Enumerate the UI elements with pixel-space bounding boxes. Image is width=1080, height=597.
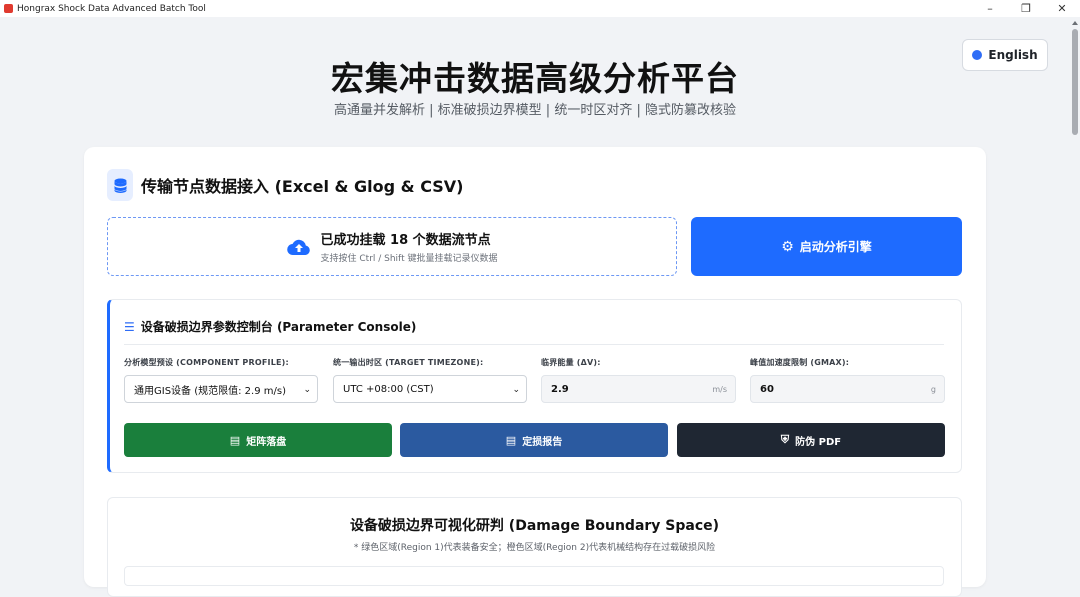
dv-input-value: 2.9 [551, 383, 569, 395]
secure-pdf-button[interactable]: ⛨ 防伪 PDF [677, 423, 945, 457]
cloud-upload-icon [286, 239, 310, 255]
minimize-button[interactable]: – [972, 0, 1008, 17]
visualization-title: 设备破损边界可视化研判 (Damage Boundary Space) [349, 518, 720, 534]
dv-input[interactable]: 2.9 m/s [541, 375, 736, 403]
upload-dropzone[interactable]: 已成功挂载 18 个数据流节点 支持按住 Ctrl / Shift 键批量挂载记… [107, 217, 677, 276]
profile-label: 分析模型预设 (COMPONENT PROFILE): [124, 358, 289, 367]
console-header: ☰ 设备破损边界参数控制台 (Parameter Console) [124, 318, 416, 335]
excel-file-icon: ▤ [229, 433, 241, 447]
close-button[interactable]: ✕ [1044, 0, 1080, 17]
word-file-icon: ▤ [505, 433, 517, 447]
visualization-canvas[interactable] [124, 566, 944, 586]
gmax-unit: g [930, 385, 936, 394]
start-analysis-button[interactable]: ⚙ 启动分析引擎 [691, 217, 962, 276]
upload-status-text: 已成功挂载 18 个数据流节点 [320, 233, 491, 248]
start-analysis-label: 启动分析引擎 [799, 240, 872, 254]
scrollbar-thumb[interactable] [1072, 29, 1078, 135]
damage-report-label: 定损报告 [522, 436, 563, 448]
profile-select-value: 通用GIS设备 (规范限值: 2.9 m/s) [134, 385, 286, 397]
window-title: Hongrax Shock Data Advanced Batch Tool [17, 3, 206, 14]
gears-icon: ⚙ [781, 238, 794, 255]
damage-report-button[interactable]: ▤ 定损报告 [400, 423, 668, 457]
visualization-subtitle: * 绿色区域(Region 1)代表装备安全；橙色区域(Region 2)代表机… [353, 543, 716, 553]
timezone-select[interactable]: UTC +08:00 (CST) ⌄ [333, 375, 527, 403]
dv-unit: m/s [712, 385, 727, 394]
gmax-input[interactable]: 60 g [750, 375, 945, 403]
scroll-up-icon[interactable] [1072, 21, 1078, 25]
upload-hint-text: 支持按住 Ctrl / Shift 键批量挂载记录仪数据 [320, 254, 498, 264]
window-controls: – ❐ ✕ [972, 0, 1080, 17]
page-scrollbar[interactable] [1070, 17, 1080, 574]
ingest-section-title: 传输节点数据接入 (Excel & Glog & CSV) [141, 177, 464, 196]
gmax-input-value: 60 [760, 383, 774, 395]
database-icon [107, 169, 133, 201]
window-titlebar: Hongrax Shock Data Advanced Batch Tool –… [0, 0, 1080, 17]
export-matrix-label: 矩阵落盘 [246, 436, 287, 448]
page-title: 宏集冲击数据高级分析平台 [331, 59, 739, 98]
sliders-icon: ☰ [124, 319, 135, 334]
restore-button[interactable]: ❐ [1008, 0, 1044, 17]
export-matrix-button[interactable]: ▤ 矩阵落盘 [124, 423, 392, 457]
timezone-select-value: UTC +08:00 (CST) [343, 383, 434, 395]
page-subtitle: 高通量并发解析 | 标准破损边界模型 | 统一时区对齐 | 隐式防篡改核验 [334, 103, 736, 118]
gmax-label: 峰值加速度限制 (GMAX): [750, 358, 850, 367]
timezone-label: 统一输出时区 (TARGET TIMEZONE): [333, 358, 484, 367]
chevron-down-icon: ⌄ [512, 385, 520, 395]
secure-pdf-label: 防伪 PDF [795, 436, 842, 448]
shield-icon: ⛨ [780, 433, 790, 446]
profile-select[interactable]: 通用GIS设备 (规范限值: 2.9 m/s) ⌄ [124, 375, 318, 403]
dv-label: 临界能量 (ΔV): [541, 358, 601, 367]
chevron-down-icon: ⌄ [303, 385, 311, 395]
console-title: 设备破损边界参数控制台 (Parameter Console) [140, 320, 417, 334]
app-icon [4, 4, 13, 13]
ingest-section-header: 传输节点数据接入 (Excel & Glog & CSV) [107, 169, 463, 201]
console-divider [124, 344, 944, 345]
